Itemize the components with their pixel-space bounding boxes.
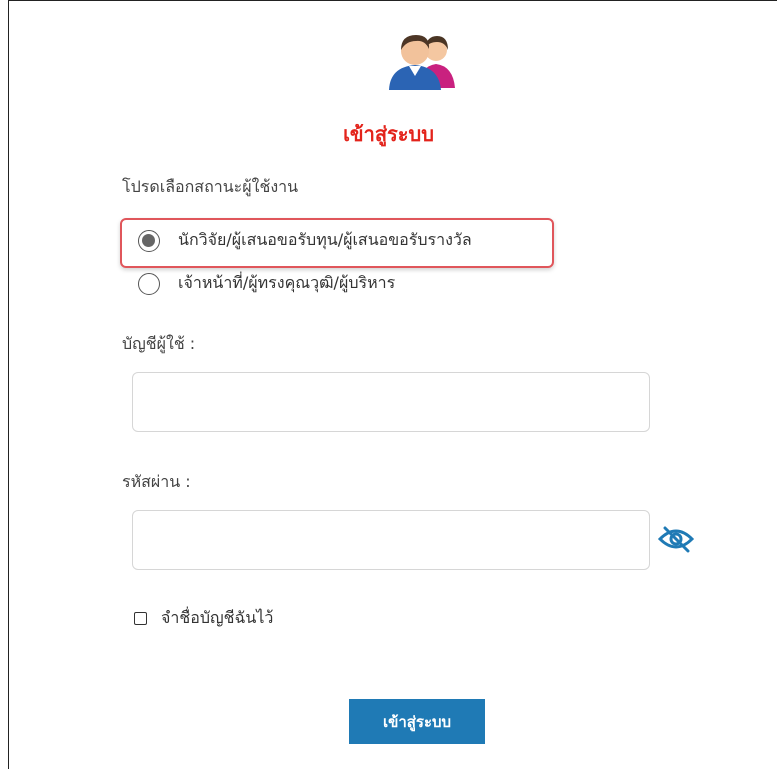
eye-slash-icon[interactable]	[657, 525, 695, 553]
page-title: เข้าสู่ระบบ	[343, 122, 434, 146]
status-prompt: โปรดเลือกสถานะผู้ใช้งาน	[122, 177, 299, 196]
radio-researcher[interactable]	[138, 229, 160, 252]
login-button[interactable]: เข้าสู่ระบบ	[349, 699, 485, 744]
users-avatar-icon	[389, 35, 455, 90]
remember-checkbox[interactable]	[134, 612, 147, 625]
password-label: รหัสผ่าน :	[122, 472, 191, 491]
username-input[interactable]	[132, 372, 650, 432]
role-label-staff: เจ้าหน้าที่/ผู้ทรงคุณวุฒิ/ผู้บริหาร	[178, 273, 396, 292]
remember-me[interactable]: จำชื่อบัญชีฉันไว้	[134, 606, 273, 631]
role-option-researcher[interactable]: นักวิจัย/ผู้เสนอขอรับทุน/ผู้เสนอขอรับราง…	[138, 228, 472, 253]
password-input[interactable]	[132, 510, 650, 570]
role-label-researcher: นักวิจัย/ผู้เสนอขอรับทุน/ผู้เสนอขอรับราง…	[178, 230, 472, 249]
username-label: บัญชีผู้ใช้ :	[122, 334, 196, 353]
role-option-staff[interactable]: เจ้าหน้าที่/ผู้ทรงคุณวุฒิ/ผู้บริหาร	[138, 271, 395, 296]
remember-label: จำชื่อบัญชีฉันไว้	[161, 608, 274, 627]
radio-staff[interactable]	[138, 272, 160, 295]
